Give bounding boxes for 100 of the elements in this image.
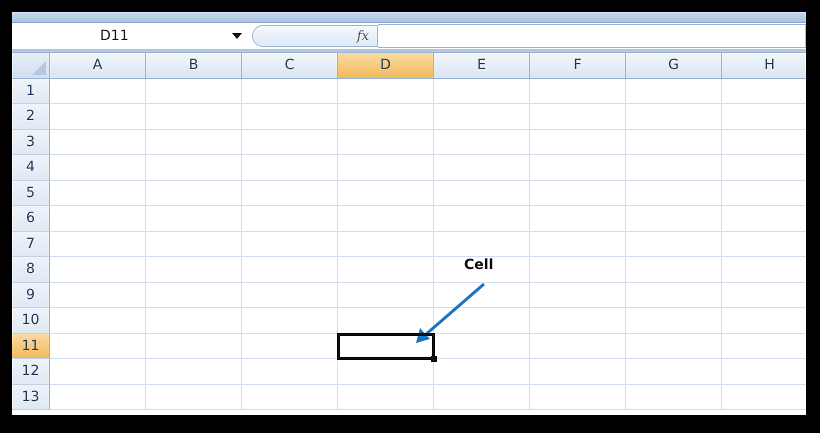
table-cell[interactable]: [146, 130, 242, 155]
table-cell[interactable]: [50, 257, 146, 282]
table-cell[interactable]: [530, 180, 626, 206]
table-cell[interactable]: [626, 257, 722, 282]
row-header[interactable]: 2: [12, 104, 50, 130]
table-cell[interactable]: [434, 334, 530, 359]
table-cell[interactable]: [242, 155, 338, 180]
table-cell[interactable]: [626, 155, 722, 180]
table-cell[interactable]: [530, 155, 626, 180]
table-cell[interactable]: [434, 206, 530, 232]
table-cell[interactable]: [50, 334, 146, 359]
table-cell[interactable]: [242, 104, 338, 130]
row-header[interactable]: 12: [12, 359, 50, 384]
table-cell[interactable]: [146, 359, 242, 384]
column-header[interactable]: F: [530, 53, 626, 78]
row-header[interactable]: 1: [12, 78, 50, 104]
table-cell[interactable]: [434, 257, 530, 282]
table-cell[interactable]: [50, 359, 146, 384]
table-cell[interactable]: [338, 155, 434, 180]
table-cell[interactable]: [50, 384, 146, 410]
table-cell[interactable]: [242, 78, 338, 104]
table-cell[interactable]: [242, 232, 338, 257]
table-cell[interactable]: [530, 104, 626, 130]
table-cell[interactable]: [530, 78, 626, 104]
table-cell[interactable]: [626, 232, 722, 257]
table-cell[interactable]: [530, 130, 626, 155]
table-cell[interactable]: [146, 78, 242, 104]
row-header[interactable]: 11: [12, 334, 50, 359]
table-cell[interactable]: [626, 282, 722, 308]
row-header[interactable]: 7: [12, 232, 50, 257]
table-cell[interactable]: [434, 232, 530, 257]
table-cell[interactable]: [530, 308, 626, 334]
table-cell[interactable]: [50, 104, 146, 130]
table-cell[interactable]: [146, 206, 242, 232]
row-header[interactable]: 8: [12, 257, 50, 282]
table-cell[interactable]: [626, 180, 722, 206]
formula-input-field[interactable]: [378, 24, 806, 48]
table-cell[interactable]: [338, 206, 434, 232]
table-cell[interactable]: [242, 308, 338, 334]
table-cell[interactable]: [146, 334, 242, 359]
table-cell[interactable]: [530, 282, 626, 308]
table-cell[interactable]: [626, 206, 722, 232]
table-cell[interactable]: [338, 384, 434, 410]
table-cell[interactable]: [434, 180, 530, 206]
column-header[interactable]: B: [146, 53, 242, 78]
table-cell[interactable]: [146, 180, 242, 206]
table-cell[interactable]: [434, 155, 530, 180]
row-header[interactable]: 4: [12, 155, 50, 180]
table-cell[interactable]: [626, 104, 722, 130]
selected-cell[interactable]: [338, 334, 434, 359]
table-cell[interactable]: [434, 130, 530, 155]
table-cell[interactable]: [626, 130, 722, 155]
table-cell[interactable]: [50, 308, 146, 334]
table-cell[interactable]: [338, 104, 434, 130]
table-cell[interactable]: [434, 282, 530, 308]
table-cell[interactable]: [50, 78, 146, 104]
table-cell[interactable]: [338, 130, 434, 155]
table-cell[interactable]: [50, 155, 146, 180]
row-header[interactable]: 10: [12, 308, 50, 334]
table-cell[interactable]: [338, 257, 434, 282]
table-cell[interactable]: [50, 232, 146, 257]
table-cell[interactable]: [50, 282, 146, 308]
name-box[interactable]: D11: [12, 23, 248, 49]
table-cell[interactable]: [530, 257, 626, 282]
table-cell[interactable]: [146, 308, 242, 334]
table-cell[interactable]: [338, 359, 434, 384]
table-cell[interactable]: [146, 282, 242, 308]
table-cell[interactable]: [530, 384, 626, 410]
table-cell[interactable]: [146, 232, 242, 257]
table-cell[interactable]: [530, 232, 626, 257]
row-header[interactable]: 6: [12, 206, 50, 232]
table-cell[interactable]: [50, 206, 146, 232]
table-cell[interactable]: [530, 206, 626, 232]
table-cell[interactable]: [626, 334, 722, 359]
table-cell[interactable]: [242, 359, 338, 384]
column-header[interactable]: A: [50, 53, 146, 78]
column-header[interactable]: G: [626, 53, 722, 78]
table-cell[interactable]: [146, 104, 242, 130]
table-cell[interactable]: [530, 334, 626, 359]
table-cell[interactable]: [530, 359, 626, 384]
row-header[interactable]: 3: [12, 130, 50, 155]
table-cell[interactable]: [434, 78, 530, 104]
table-cell[interactable]: [242, 130, 338, 155]
column-header[interactable]: D: [338, 53, 434, 78]
table-cell[interactable]: [242, 257, 338, 282]
row-header[interactable]: 9: [12, 282, 50, 308]
table-cell[interactable]: [338, 232, 434, 257]
row-header[interactable]: 13: [12, 384, 50, 410]
table-cell[interactable]: [434, 308, 530, 334]
table-cell[interactable]: [242, 384, 338, 410]
column-header[interactable]: C: [242, 53, 338, 78]
table-cell[interactable]: [434, 359, 530, 384]
column-header[interactable]: E: [434, 53, 530, 78]
table-cell[interactable]: [242, 206, 338, 232]
table-cell[interactable]: [146, 257, 242, 282]
table-cell[interactable]: [50, 130, 146, 155]
table-cell[interactable]: [338, 282, 434, 308]
table-cell[interactable]: [50, 180, 146, 206]
table-cell[interactable]: [146, 155, 242, 180]
select-all-button[interactable]: [12, 53, 50, 78]
